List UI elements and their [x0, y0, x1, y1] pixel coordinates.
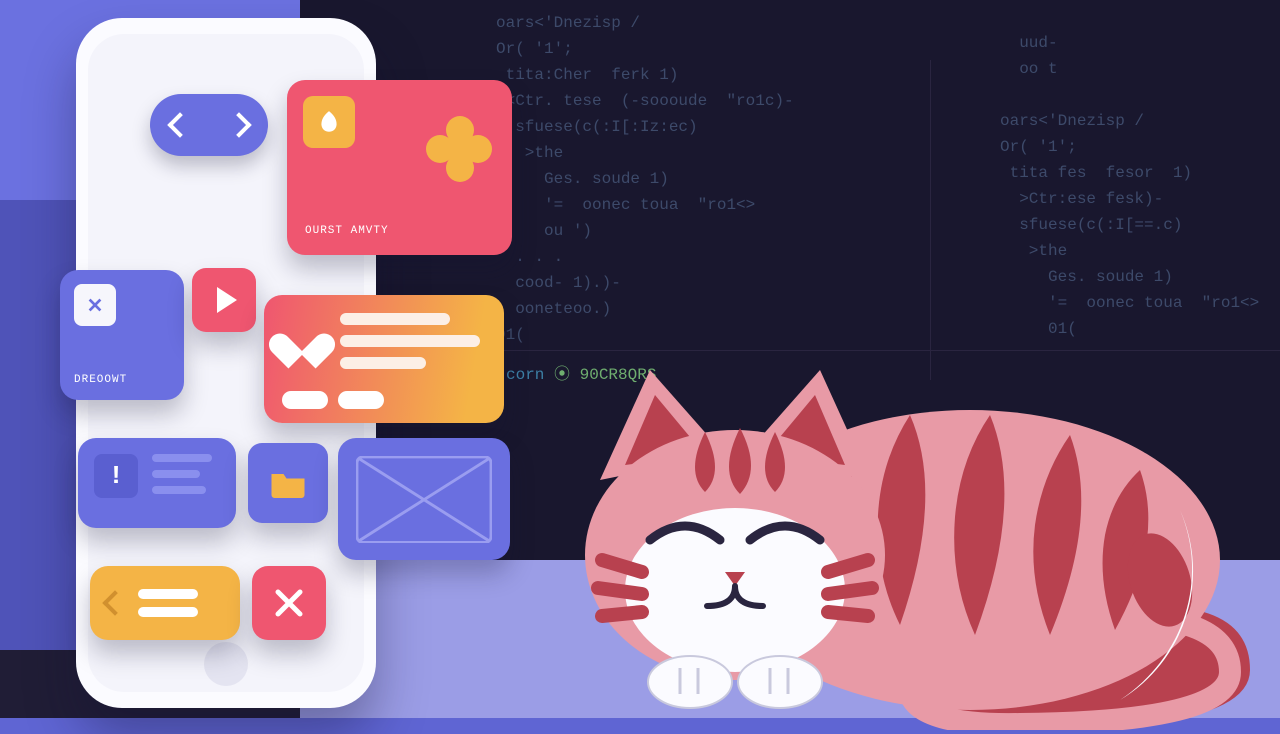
close-tile[interactable] — [252, 566, 326, 640]
leaf-icon — [303, 96, 355, 148]
flower-icon — [430, 120, 488, 178]
close-icon — [74, 284, 116, 326]
folder-icon — [270, 468, 306, 498]
nav-pill[interactable] — [150, 94, 268, 156]
chevron-left-icon — [102, 590, 127, 615]
card-caption: DREOOWT — [74, 374, 127, 386]
card-caption: OURST AMVTY — [305, 225, 389, 237]
text-placeholder — [138, 589, 198, 617]
code-block-left: oars<'Dnezisp / Or( '1'; tita:Cher ferk … — [496, 10, 794, 348]
code-block-right: uud- oo t oars<'Dnezisp / Or( '1'; tita … — [1000, 30, 1259, 342]
heart-icon — [282, 319, 322, 355]
alert-icon: ! — [94, 454, 138, 498]
play-button[interactable] — [192, 268, 256, 332]
status-token: corn — [506, 366, 544, 384]
chevron-left-icon — [167, 112, 192, 137]
card-featured[interactable]: OURST AMVTY — [287, 80, 512, 255]
card-nav[interactable] — [90, 566, 240, 640]
image-placeholder-icon — [356, 456, 492, 543]
card-favorite[interactable] — [264, 295, 504, 423]
chevron-right-icon — [226, 112, 251, 137]
folder-tile[interactable] — [248, 443, 328, 523]
text-placeholder — [152, 454, 212, 512]
card-alert[interactable]: ! — [78, 438, 236, 528]
cat-illustration — [540, 360, 1260, 730]
close-icon — [273, 587, 305, 619]
card-small[interactable]: DREOOWT — [60, 270, 184, 400]
pane-divider — [480, 350, 1280, 351]
image-placeholder-card[interactable] — [338, 438, 510, 560]
home-button[interactable] — [204, 642, 248, 686]
pane-divider — [930, 60, 931, 380]
chip-row — [282, 391, 384, 409]
